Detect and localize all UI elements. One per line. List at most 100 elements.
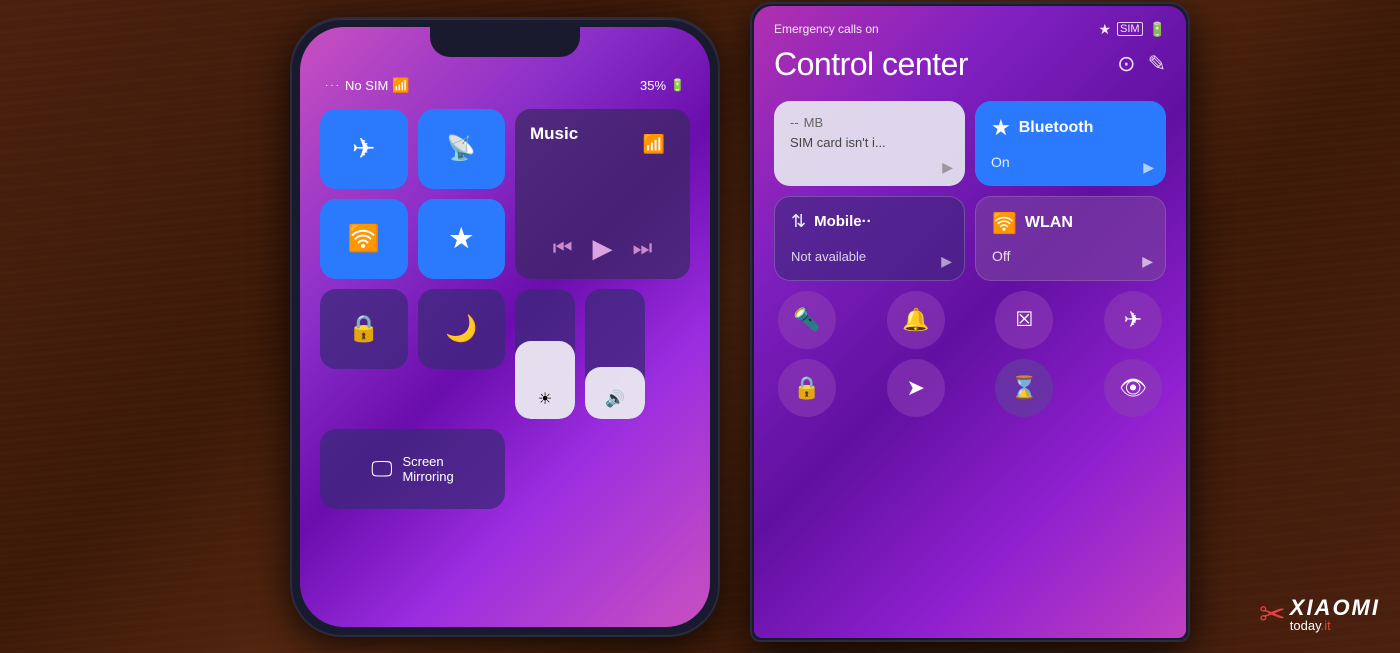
bt-subtitle: On bbox=[991, 154, 1010, 170]
xiaomi-sim-icon: SIM bbox=[1117, 22, 1143, 36]
xiaomi-edit-icon[interactable]: ✎ bbox=[1148, 51, 1166, 77]
xiaomi-screenshot-btn[interactable]: ☒ bbox=[995, 291, 1053, 349]
airplay-icon: 📶 bbox=[643, 134, 665, 155]
ios-tile-screen-mirroring[interactable]: 🖵 ScreenMirroring bbox=[320, 429, 505, 509]
bluetooth-icon: ★ bbox=[450, 223, 473, 254]
brand-name: XIAOMI bbox=[1290, 597, 1380, 619]
timer-icon: ⌛ bbox=[1011, 375, 1038, 401]
no-sim-label: No SIM bbox=[345, 78, 388, 93]
mobile-title: Mobile·· bbox=[814, 213, 872, 230]
xiaomi-icon-row-1: 🔦 🔔 ☒ ✈ bbox=[774, 291, 1166, 349]
brand-today-it: today.it bbox=[1290, 619, 1380, 632]
xiaomi-tile-bluetooth[interactable]: ★ Bluetooth On ▶ bbox=[975, 101, 1166, 186]
brightness-icon: ☀ bbox=[538, 389, 552, 409]
iphone-body: ··· No SIM 📶 35% 🔋 ✈ bbox=[290, 17, 720, 637]
iphone-screen: ··· No SIM 📶 35% 🔋 ✈ bbox=[300, 27, 710, 627]
xiaomi-tile-mobile[interactable]: ⇅ Mobile·· Not available ▶ bbox=[774, 196, 965, 281]
ios-tile-airplane[interactable]: ✈ bbox=[320, 109, 408, 189]
sim-arrow: ▶ bbox=[942, 159, 953, 176]
signal-dots: ··· bbox=[325, 80, 341, 91]
eye-icon: 👁 bbox=[1119, 375, 1147, 401]
ios-tile-music[interactable]: Music 📶 ⏮ ▶ ⏭ bbox=[515, 109, 690, 279]
xiaomi-settings-icon[interactable]: ⊙ bbox=[1117, 51, 1135, 77]
xiaomi-status-bar: Emergency calls on ★ SIM 🔋 bbox=[774, 21, 1166, 38]
brand-text: XIAOMI today.it bbox=[1290, 597, 1380, 632]
ios-tile-bluetooth[interactable]: ★ bbox=[418, 199, 506, 279]
iphone-notch bbox=[430, 27, 580, 57]
battery-icon: 🔋 bbox=[670, 78, 685, 92]
mobile-header: ⇅ Mobile·· bbox=[791, 211, 948, 232]
moon-icon: 🌙 bbox=[445, 313, 477, 344]
iphone-status-bar: ··· No SIM 📶 35% 🔋 bbox=[320, 77, 690, 94]
forward-icon[interactable]: ⏭ bbox=[633, 235, 653, 261]
mobile-arrow: ▶ bbox=[941, 253, 952, 270]
sim-tile-content: -- MB SIM card isn't i... bbox=[790, 115, 949, 152]
tld-label: .it bbox=[1321, 618, 1331, 633]
iphone-status-right: 35% 🔋 bbox=[640, 78, 685, 93]
bell-icon: 🔔 bbox=[902, 307, 929, 333]
ios-tile-lock-rotation[interactable]: 🔒 bbox=[320, 289, 408, 369]
xiaomi-eye-btn[interactable]: 👁 bbox=[1104, 359, 1162, 417]
location-icon: ➤ bbox=[906, 375, 924, 401]
xiaomi-status-icons: ★ SIM 🔋 bbox=[1098, 21, 1166, 38]
volume-slider[interactable]: 🔊 bbox=[585, 289, 645, 419]
wlan-status: Off bbox=[992, 248, 1149, 266]
ios-tile-wifi[interactable]: 🛜 bbox=[320, 199, 408, 279]
xiaomi-body: Emergency calls on ★ SIM 🔋 Control cente… bbox=[750, 2, 1190, 642]
rewind-icon[interactable]: ⏮ bbox=[553, 235, 573, 261]
screen-mirror-label: ScreenMirroring bbox=[402, 454, 453, 484]
iphone-control-center: ··· No SIM 📶 35% 🔋 ✈ bbox=[300, 27, 710, 627]
music-controls: ⏮ ▶ ⏭ bbox=[530, 233, 675, 264]
phones-container: ··· No SIM 📶 35% 🔋 ✈ bbox=[0, 0, 1400, 653]
xiaomi-top-grid: -- MB SIM card isn't i... ▶ bbox=[774, 101, 1166, 281]
xiaomi-control-center-title: Control center bbox=[774, 46, 968, 83]
scissors-icon: ✂ bbox=[1259, 595, 1286, 633]
airplane-mode-icon: ✈ bbox=[1124, 307, 1142, 333]
page-watermark: ✂ XIAOMI today.it bbox=[1259, 595, 1380, 633]
xiaomi-control-center: Emergency calls on ★ SIM 🔋 Control cente… bbox=[754, 6, 1186, 638]
xiaomi-screen: Emergency calls on ★ SIM 🔋 Control cente… bbox=[754, 6, 1186, 638]
xiaomi-timer-btn[interactable]: ⌛ bbox=[995, 359, 1053, 417]
xiaomi-icon-row-2: 🔒 ➤ ⌛ 👁 bbox=[774, 359, 1166, 417]
mobile-arrows-icon: ⇅ bbox=[791, 211, 806, 232]
xiaomi-tile-wlan[interactable]: 🛜 WLAN Off ▶ bbox=[975, 196, 1166, 281]
xiaomi-airplane-btn[interactable]: ✈ bbox=[1104, 291, 1162, 349]
wlan-header: 🛜 WLAN bbox=[992, 211, 1149, 236]
wlan-icon: 🛜 bbox=[992, 211, 1017, 236]
play-icon[interactable]: ▶ bbox=[593, 233, 613, 264]
mobile-status: Not available bbox=[791, 248, 948, 266]
sim-mb-label: MB bbox=[804, 115, 824, 130]
bt-status: On bbox=[991, 154, 1150, 172]
xiaomi-battery-icon: 🔋 bbox=[1149, 21, 1166, 38]
airplane-icon: ✈ bbox=[352, 132, 375, 165]
ios-tile-cellular[interactable]: 📡 bbox=[418, 109, 506, 189]
screen-mirror-icon: 🖵 bbox=[371, 456, 392, 482]
xiaomi-tile-sim[interactable]: -- MB SIM card isn't i... ▶ bbox=[774, 101, 965, 186]
today-label: today bbox=[1290, 618, 1321, 633]
sim-title: SIM card isn't i... bbox=[790, 135, 886, 150]
emergency-calls-label: Emergency calls on bbox=[774, 22, 879, 36]
screenshot-icon: ☒ bbox=[1015, 307, 1033, 332]
bt-arrow: ▶ bbox=[1143, 159, 1154, 176]
iphone-device: ··· No SIM 📶 35% 🔋 ✈ bbox=[290, 17, 720, 637]
bt-title: Bluetooth bbox=[1019, 119, 1094, 137]
ios-control-grid: ✈ 📡 Music 📶 ⏮ bbox=[320, 109, 690, 509]
bt-icon: ★ bbox=[991, 115, 1011, 141]
xiaomi-location-btn[interactable]: ➤ bbox=[887, 359, 945, 417]
xiaomi-lock-btn[interactable]: 🔒 bbox=[778, 359, 836, 417]
sim-dots-label: -- bbox=[790, 115, 799, 130]
sim-row: -- MB bbox=[790, 115, 949, 130]
cellular-icon: 📡 bbox=[446, 134, 476, 163]
bt-header: ★ Bluetooth bbox=[991, 115, 1150, 141]
flashlight-icon: 🔦 bbox=[793, 307, 820, 333]
ios-tile-do-not-disturb[interactable]: 🌙 bbox=[418, 289, 506, 369]
wlan-subtitle: Off bbox=[992, 248, 1010, 264]
xiaomi-flashlight-btn[interactable]: 🔦 bbox=[778, 291, 836, 349]
brightness-slider[interactable]: ☀ bbox=[515, 289, 575, 419]
wlan-arrow: ▶ bbox=[1142, 253, 1153, 270]
xiaomi-bluetooth-status-icon: ★ bbox=[1098, 21, 1111, 38]
xiaomi-title-row: Control center ⊙ ✎ bbox=[774, 46, 1166, 83]
volume-icon: 🔊 bbox=[605, 389, 625, 409]
xiaomi-bell-btn[interactable]: 🔔 bbox=[887, 291, 945, 349]
battery-percent: 35% bbox=[640, 78, 666, 93]
